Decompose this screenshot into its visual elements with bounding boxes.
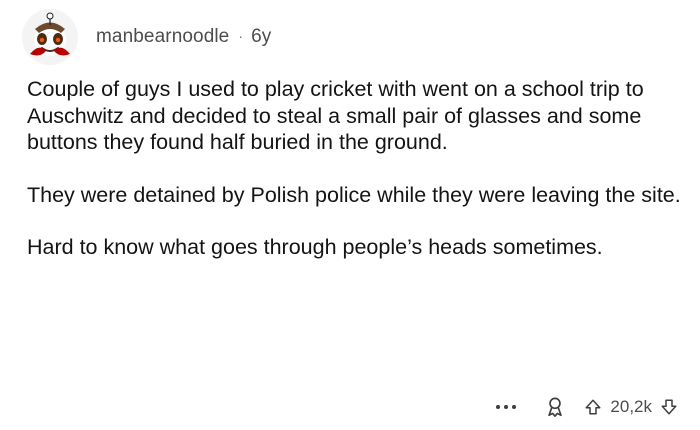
vote-score: 20,2k <box>610 397 652 416</box>
award-button[interactable] <box>544 396 566 418</box>
comment-paragraph-2: They were detained by Polish police whil… <box>27 182 681 207</box>
comment-actions: 20,2k <box>496 390 678 424</box>
user-avatar[interactable] <box>22 9 78 65</box>
comment-paragraph-3: Hard to know what goes through people’s … <box>27 235 603 259</box>
more-options-button[interactable] <box>496 405 517 409</box>
award-icon <box>548 397 563 417</box>
more-options-icon <box>496 405 501 409</box>
vote-controls: 20,2k <box>584 397 678 417</box>
comment-card: manbearnoodle · 6y Couple of guys I used… <box>0 0 700 430</box>
username[interactable]: manbearnoodle <box>96 26 229 48</box>
comment-meta: manbearnoodle · 6y <box>96 26 271 48</box>
comment-body: Couple of guys I used to play cricket wi… <box>27 76 687 287</box>
comment-header: manbearnoodle · 6y <box>22 8 271 66</box>
downvote-arrow-icon[interactable] <box>660 397 678 417</box>
meta-separator: · <box>238 28 244 44</box>
comment-paragraph-1: Couple of guys I used to play cricket wi… <box>27 77 644 154</box>
upvote-arrow-icon[interactable] <box>584 397 602 417</box>
comment-age: 6y <box>251 26 272 47</box>
